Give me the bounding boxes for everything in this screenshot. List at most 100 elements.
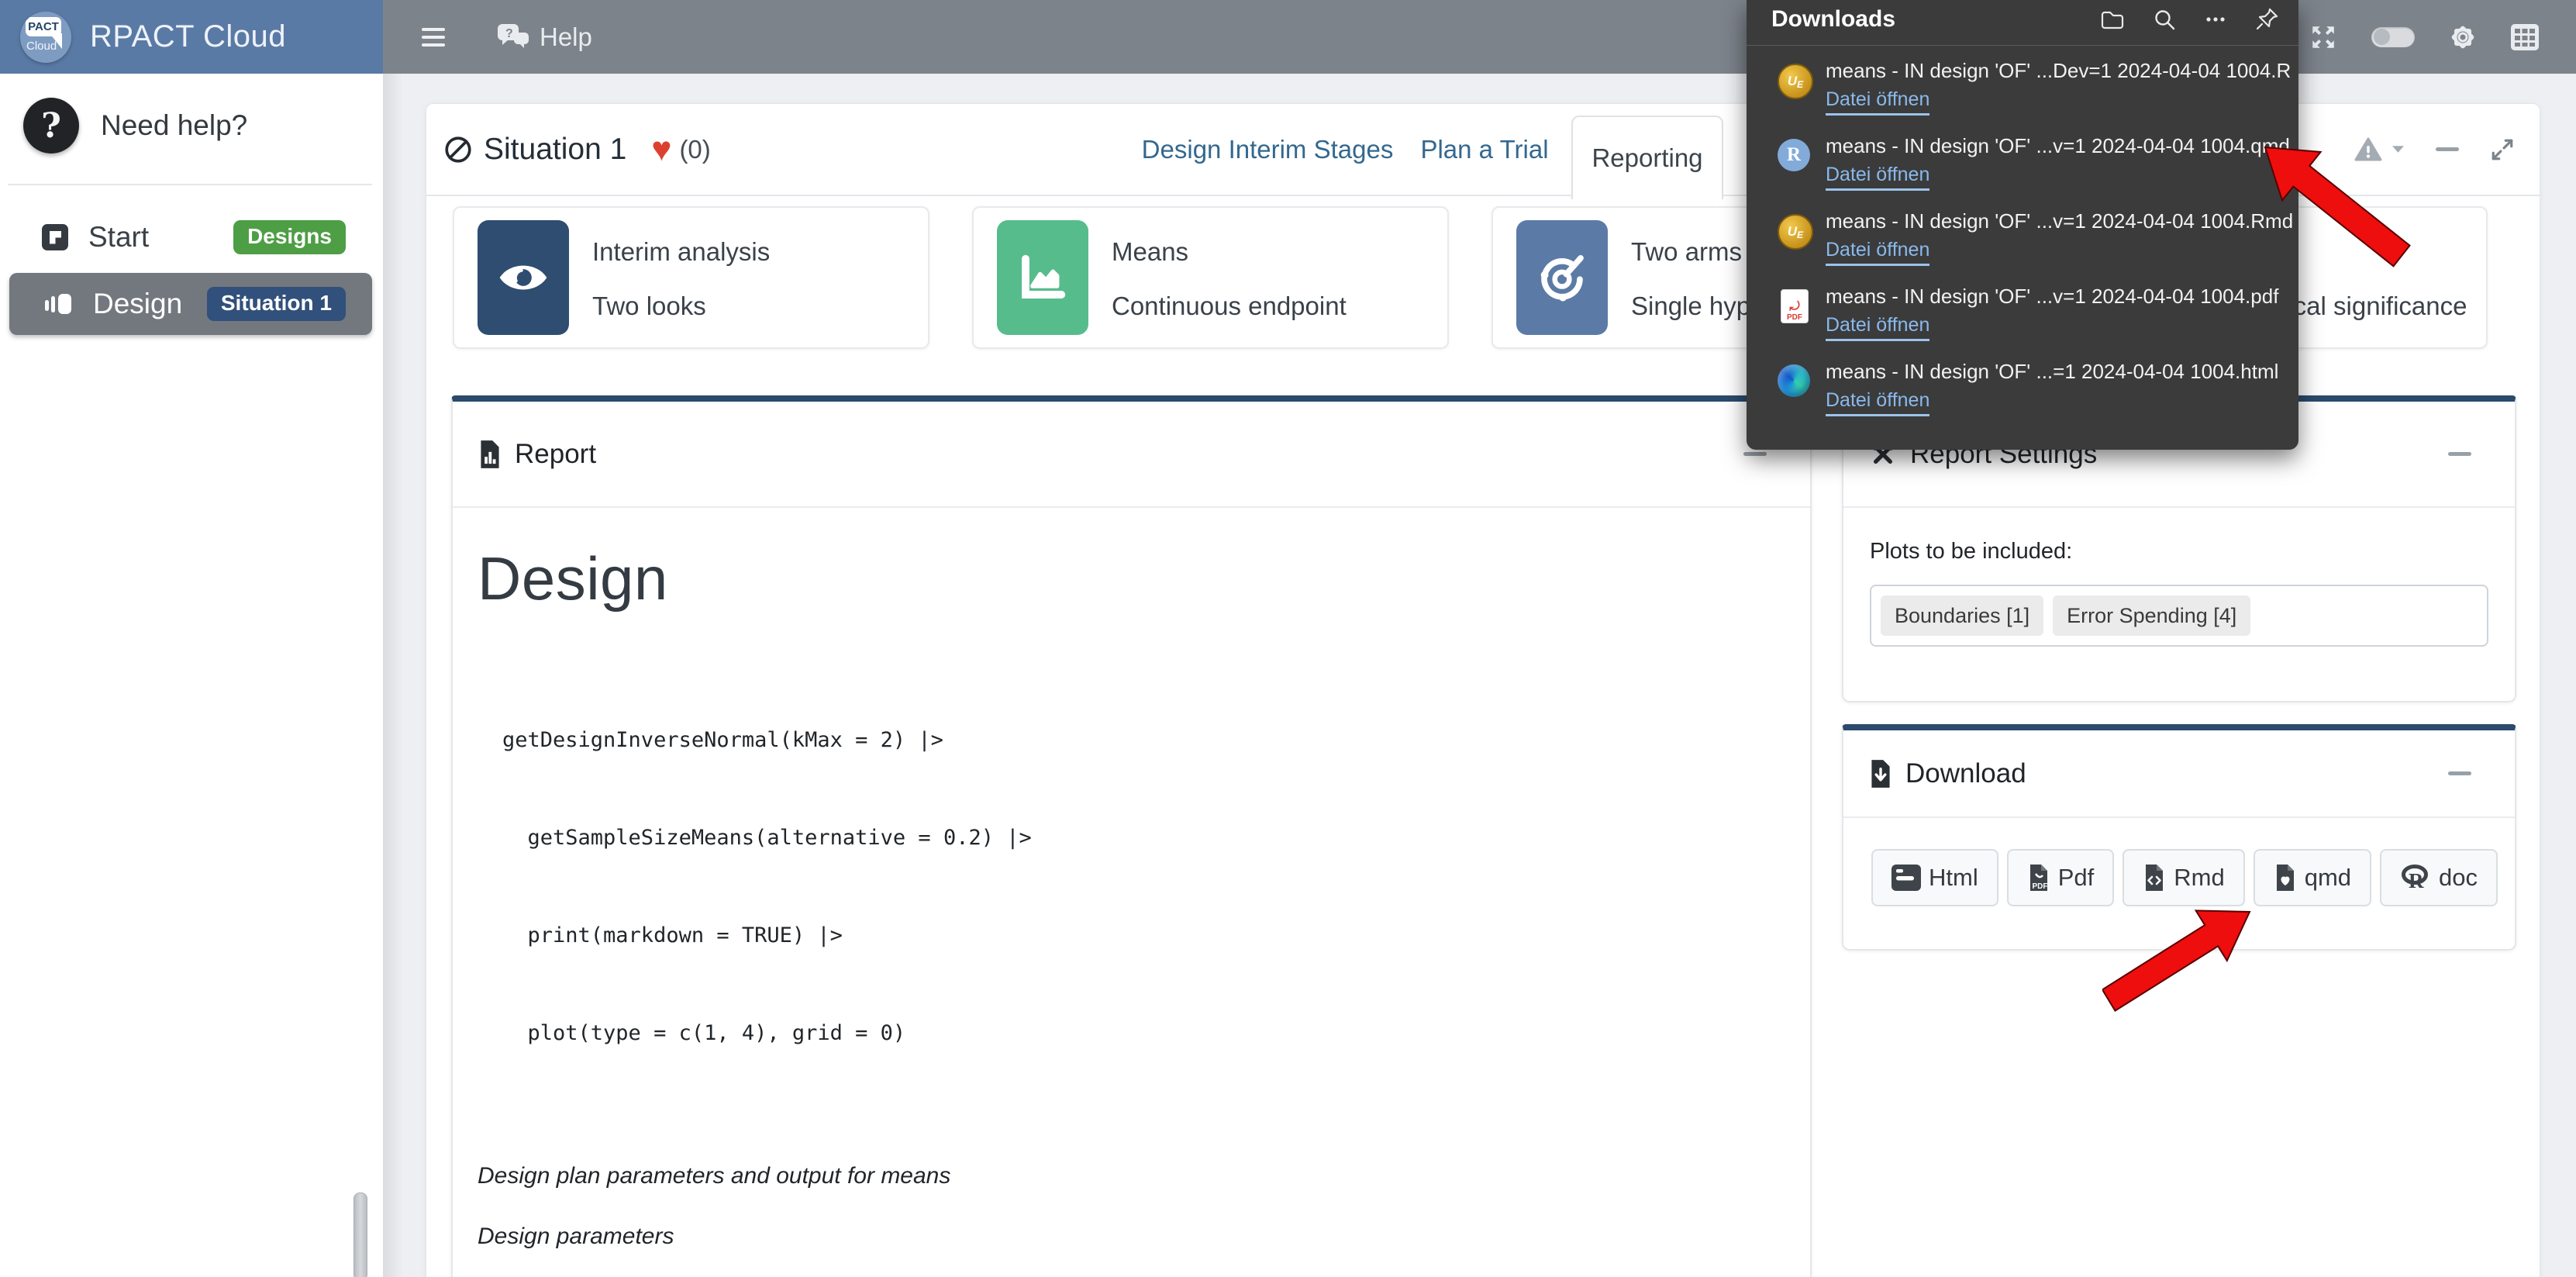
download-buttons: Html PDF Pdf Rmd qmd R doc <box>1843 818 2515 906</box>
downloads-flyout-title: Downloads <box>1771 6 1895 33</box>
design-bars-icon <box>42 288 73 319</box>
sidebar-item-start[interactable]: Start Designs <box>9 206 372 268</box>
report-heading: Design <box>478 544 1764 614</box>
arrows-out-icon[interactable] <box>2309 23 2337 51</box>
plots-select-input[interactable]: Boundaries [1] Error Spending [4] <box>1870 585 2488 647</box>
app-root: PACT Cloud RPACT Cloud ? Need help? Star… <box>0 0 2576 1277</box>
tab-reporting[interactable]: Reporting <box>1571 116 1723 199</box>
download-filename: means - IN design 'OF' ...=1 2024-04-04 … <box>1826 360 2278 384</box>
rpact-logo-icon: PACT Cloud <box>20 12 71 63</box>
download-item[interactable]: UE means - IN design 'OF' ...Dev=1 2024-… <box>1765 53 2286 126</box>
open-file-link[interactable]: Datei öffnen <box>1826 389 1929 416</box>
annotation-arrow-qmd-button <box>2102 906 2257 1014</box>
topbar-right-icons <box>2309 23 2539 51</box>
sidebar-item-label: Design <box>93 288 182 320</box>
open-file-link[interactable]: Datei öffnen <box>1826 239 1929 266</box>
file-download-icon <box>1868 758 1893 789</box>
file-pdf-icon: PDF <box>2027 863 2050 892</box>
ultraedit-icon: UE <box>1778 214 1813 250</box>
open-file-link[interactable]: Datei öffnen <box>1826 314 1929 341</box>
question-mark-icon: ? <box>23 98 79 154</box>
download-item[interactable]: means - IN design 'OF' ...=1 2024-04-04 … <box>1765 354 2286 427</box>
tab-plan-a-trial[interactable]: Plan a Trial <box>1419 104 1550 195</box>
downloads-flyout: Downloads UE means - IN design 'OF' ...D… <box>1747 0 2298 450</box>
chip-boundaries[interactable]: Boundaries [1] <box>1881 595 2043 636</box>
code-block: getDesignInverseNormal(kMax = 2) |> getS… <box>502 659 1764 1115</box>
download-filename: means - IN design 'OF' ...v=1 2024-04-04… <box>1826 285 2278 309</box>
sidebar-item-label: Start <box>88 221 149 254</box>
file-code-icon <box>2143 863 2166 892</box>
code-line: plot(type = c(1, 4), grid = 0) <box>502 1017 1764 1050</box>
report-caption: Design plan parameters and output for me… <box>478 1163 1764 1189</box>
download-title: Download <box>1905 758 2026 789</box>
open-file-link[interactable]: Datei öffnen <box>1826 164 1929 191</box>
sidebar-divider <box>8 184 372 185</box>
summary-card-interim: Interim analysis Two looks <box>453 206 929 349</box>
code-line: print(markdown = TRUE) |> <box>502 920 1764 952</box>
eye-icon <box>478 220 569 335</box>
help-bubbles-icon: ? <box>496 22 530 52</box>
theme-toggle[interactable] <box>2371 27 2415 47</box>
report-settings-body: Plots to be included: Boundaries [1] Err… <box>1843 508 2515 647</box>
report-body: Design getDesignInverseNormal(kMax = 2) … <box>453 508 1810 1277</box>
pdf-file-icon: ⤾PDF <box>1781 289 1809 323</box>
code-line: getDesignInverseNormal(kMax = 2) |> <box>502 724 1764 757</box>
grid-icon[interactable] <box>2511 24 2539 50</box>
chart-area-icon <box>997 220 1088 335</box>
flag-square-icon <box>42 224 68 250</box>
svg-text:?: ? <box>505 27 513 40</box>
search-icon[interactable] <box>2153 8 2176 31</box>
hamburger-menu-button[interactable] <box>422 28 445 47</box>
report-panel: Report Design getDesignInverseNormal(kMa… <box>451 395 1812 1277</box>
help-button[interactable]: ? Help <box>496 22 592 52</box>
content-left-shadow <box>383 74 403 1277</box>
svg-text:R: R <box>2409 869 2424 892</box>
downloads-flyout-icons <box>2100 8 2278 31</box>
download-filename: means - IN design 'OF' ...Dev=1 2024-04-… <box>1826 59 2291 83</box>
tab-design-interim-stages[interactable]: Design Interim Stages <box>1116 104 1419 195</box>
designs-badge: Designs <box>233 220 346 254</box>
annotation-arrow-qmd-file <box>2254 140 2417 271</box>
open-file-link[interactable]: Datei öffnen <box>1826 88 1929 116</box>
toggle-knob <box>2374 29 2390 45</box>
r-logo-icon: R <box>2400 863 2431 892</box>
more-icon[interactable] <box>2204 8 2227 31</box>
expand-icon[interactable] <box>2490 137 2515 162</box>
collapse-download-button[interactable] <box>2448 771 2471 775</box>
flyout-divider <box>1747 45 2298 46</box>
report-panel-header: Report <box>453 402 1810 508</box>
html-download-button[interactable]: Html <box>1871 849 1998 906</box>
doc-download-button[interactable]: R doc <box>2380 849 2498 906</box>
heart-like-icon[interactable]: ♥ <box>651 133 671 167</box>
qmd-download-button[interactable]: qmd <box>2254 849 2371 906</box>
sidebar-scrollbar-thumb[interactable] <box>353 1192 367 1277</box>
download-item[interactable]: ⤾PDF means - IN design 'OF' ...v=1 2024-… <box>1765 278 2286 352</box>
logo-text-cloud: Cloud <box>26 40 57 53</box>
pin-icon[interactable] <box>2255 8 2278 31</box>
situation-title: Situation 1 <box>484 133 626 167</box>
download-header: Download <box>1843 730 2515 818</box>
sidebar-item-design[interactable]: Design Situation 1 <box>9 273 372 335</box>
pdf-download-button[interactable]: PDF Pdf <box>2007 849 2115 906</box>
download-filename: means - IN design 'OF' ...v=1 2024-04-04… <box>1826 134 2290 158</box>
plots-included-label: Plots to be included: <box>1870 539 2488 564</box>
collapse-report-button[interactable] <box>1743 452 1767 456</box>
sidebar-need-help[interactable]: ? Need help? <box>23 98 247 154</box>
r-file-icon: R <box>1778 139 1810 171</box>
rmd-download-button[interactable]: Rmd <box>2123 849 2244 906</box>
download-item[interactable]: R means - IN design 'OF' ...v=1 2024-04-… <box>1765 128 2286 202</box>
folder-icon[interactable] <box>2100 9 2125 30</box>
edge-icon <box>1778 364 1810 397</box>
report-panel-title: Report <box>515 439 596 470</box>
minimize-icon[interactable] <box>2436 147 2459 151</box>
collapse-report-settings-button[interactable] <box>2448 452 2471 456</box>
situation-badge: Situation 1 <box>207 287 346 321</box>
chip-error-spending[interactable]: Error Spending [4] <box>2053 595 2250 636</box>
svg-text:PDF: PDF <box>2032 882 2047 891</box>
target-swirl-icon <box>1516 220 1608 335</box>
download-item[interactable]: UE means - IN design 'OF' ...v=1 2024-04… <box>1765 203 2286 277</box>
sun-gear-icon[interactable] <box>2449 23 2477 51</box>
summary-card-means: Means Continuous endpoint <box>972 206 1449 349</box>
need-help-label: Need help? <box>101 109 247 142</box>
sidebar: PACT Cloud RPACT Cloud ? Need help? Star… <box>0 0 383 1277</box>
